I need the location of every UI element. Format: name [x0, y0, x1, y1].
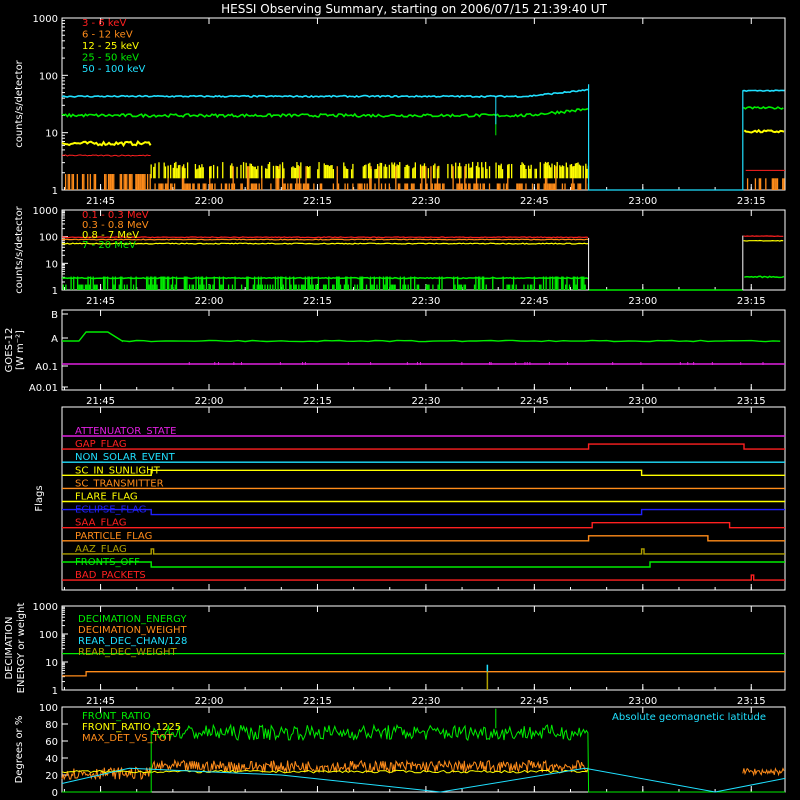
legend-entry: DECIMATION_ENERGY	[78, 614, 187, 625]
y-tick-label: A	[51, 334, 58, 345]
series-50-100-line	[742, 89, 785, 93]
y-axis-label-units: [W m⁻²]	[15, 330, 26, 370]
y-tick-label: 1	[52, 686, 58, 697]
x-tick-label: 22:45	[520, 396, 549, 407]
x-tick-label: 22:00	[195, 696, 224, 707]
x-tick-label: 23:15	[737, 396, 766, 407]
y-tick-label: 100	[39, 71, 58, 82]
x-tick-label: 21:45	[86, 296, 115, 307]
x-tick-label: 22:30	[411, 296, 440, 307]
flag-label: SC_IN_SUNLIGHT	[75, 465, 161, 476]
legend-entry: MAX_DET_VS_TOT	[82, 733, 174, 744]
y-tick-label: 1	[52, 286, 58, 297]
legend-entry: REAR_DEC_WEIGHT	[78, 647, 177, 658]
flag-label: FRONTS_OFF	[75, 557, 140, 568]
x-tick-label: 22:15	[303, 396, 332, 407]
y-tick-label: B	[51, 310, 58, 321]
x-tick-label: 23:00	[628, 396, 657, 407]
hessi-summary-figure: HESSI Observing Summary, starting on 200…	[0, 0, 800, 800]
x-tick-label: 21:45	[86, 696, 115, 707]
flag-label: SC_TRANSMITTER	[75, 478, 164, 489]
y-tick-label: 20	[45, 771, 58, 782]
legend-entry: FRONT_RATIO	[82, 711, 151, 722]
y-tick-label: 1	[52, 186, 58, 197]
y-tick-label: A0.01	[29, 383, 58, 394]
flag-label: BAD_PACKETS	[75, 570, 146, 581]
legend-entry: 50 - 100 keV	[82, 64, 146, 75]
x-tick-label: 23:00	[628, 196, 657, 207]
series-0.1-0.3-line	[61, 236, 589, 239]
x-tick-label: 23:15	[737, 296, 766, 307]
y-tick-label: 100	[39, 703, 58, 714]
series-0.1-0.3-line	[743, 235, 784, 238]
x-tick-label: 22:15	[303, 196, 332, 207]
x-tick-label: 22:00	[195, 396, 224, 407]
legend-entry: FRONT_RATIO_1225	[82, 722, 181, 733]
x-tick-label: 22:45	[520, 196, 549, 207]
x-tick-label: 23:00	[628, 296, 657, 307]
flag-label: ECLIPSE_FLAG	[75, 505, 146, 516]
series-0.3-0.8-line	[61, 238, 588, 241]
x-tick-label: 22:30	[411, 396, 440, 407]
y-tick-label: 80	[45, 720, 58, 731]
legend-entry: 25 - 50 keV	[82, 53, 139, 64]
x-tick-label: 22:00	[195, 196, 224, 207]
y-tick-label: 1000	[33, 14, 58, 25]
legend-entry: REAR_DEC_CHAN/128	[78, 636, 187, 647]
flag-label: SAA_FLAG	[75, 518, 126, 529]
x-tick-label: 21:45	[86, 196, 115, 207]
y-tick-label: 60	[45, 737, 58, 748]
legend-entry: 3 - 6 keV	[82, 18, 126, 29]
flag-label: ATTENUATOR_STATE	[75, 426, 176, 437]
figure-background	[0, 0, 800, 800]
y-tick-label: 100	[39, 630, 58, 641]
flag-label: FLARE_FLAG	[75, 492, 138, 503]
flag-label: PARTICLE_FLAG	[75, 531, 152, 542]
x-tick-label: 22:00	[195, 296, 224, 307]
y-tick-label: 1000	[33, 206, 58, 217]
y-axis-label: DECIMATION	[4, 616, 15, 679]
legend-entry: 6 - 12 keV	[82, 30, 133, 41]
series-0.8-7-line	[61, 242, 589, 245]
y-tick-label: 0	[52, 788, 58, 799]
x-tick-label: 22:45	[520, 696, 549, 707]
y-axis-label: GOES-12	[4, 328, 15, 373]
x-tick-label: 23:00	[628, 696, 657, 707]
x-tick-label: 22:30	[411, 196, 440, 207]
x-tick-label: 22:45	[520, 296, 549, 307]
y-axis-label: Flags	[34, 485, 45, 511]
y-tick-label: 10	[45, 658, 58, 669]
y-tick-label: 10	[45, 259, 58, 270]
flag-label: GAP_FLAG	[75, 439, 127, 450]
legend-entry: DECIMATION_WEIGHT	[78, 625, 187, 636]
y-axis-label: Degrees or %	[14, 716, 25, 784]
y-tick-label: A0.1	[35, 362, 58, 373]
y-axis-label: counts/s/detector	[14, 59, 25, 147]
flag-label: NON_SOLAR_EVENT	[75, 452, 176, 463]
series-0.8-7-line	[743, 239, 784, 242]
x-tick-label: 21:45	[86, 396, 115, 407]
x-tick-label: 22:15	[303, 296, 332, 307]
legend-entry: 12 - 25 keV	[82, 41, 139, 52]
x-tick-label: 23:15	[737, 196, 766, 207]
legend-entry: 7 - 20 MeV	[82, 240, 136, 251]
y-tick-label: 10	[45, 129, 58, 140]
flag-label: AAZ_FLAG	[75, 544, 127, 555]
series-7-20-line	[61, 276, 589, 280]
y-axis-label: counts/s/detector	[14, 205, 25, 293]
x-tick-label: 22:30	[411, 696, 440, 707]
x-tick-label: 22:15	[303, 696, 332, 707]
y-axis-label-2: ENERGY or weight	[16, 603, 27, 694]
figure-title: HESSI Observing Summary, starting on 200…	[221, 2, 607, 16]
y-tick-label: 40	[45, 754, 58, 765]
x-tick-label: 23:15	[737, 696, 766, 707]
annotation-geomagnetic: Absolute geomagnetic latitude	[612, 712, 766, 723]
y-tick-label: 1000	[33, 602, 58, 613]
y-tick-label: 100	[39, 233, 58, 244]
